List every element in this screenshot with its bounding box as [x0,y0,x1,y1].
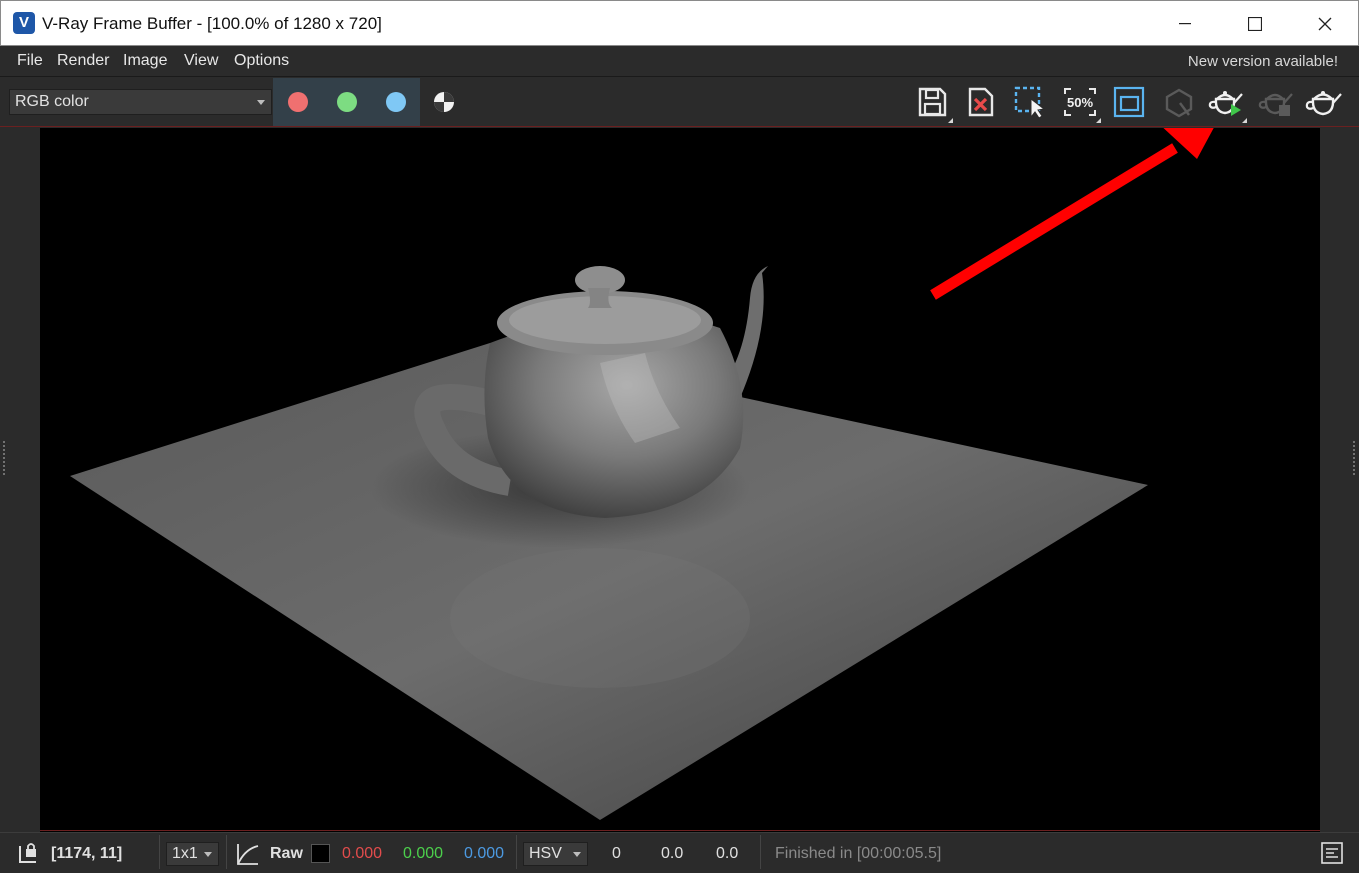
mono-channel-button[interactable] [421,78,466,126]
region-render-button[interactable] [1011,83,1049,121]
clear-image-button[interactable] [962,83,1000,121]
green-value: 0.000 [403,845,444,862]
color-mode-value: HSV [529,845,562,862]
stop-render-button[interactable] [1257,83,1295,121]
saturation-value: 0.0 [661,845,684,862]
left-panel-grip[interactable] [2,440,6,476]
new-version-notice[interactable]: New version available! [1188,53,1338,70]
green-dot-icon [336,92,357,112]
mono-icon [433,92,454,112]
blue-value: 0.000 [464,845,505,862]
render-icon [1305,91,1342,116]
green-channel-button[interactable] [322,78,371,126]
save-icon [918,87,947,117]
status-bar: [1174, 11] 1x1 Raw 0.000 0.000 0.000 HSV… [0,832,1359,873]
render-interactive-icon [1165,88,1193,118]
toolbar: RGB color 50% [0,78,1359,127]
sample-size-value: 1x1 [172,845,198,862]
stop-render-icon [1258,93,1293,116]
menu-bar: File Render Image View Options New versi… [0,46,1359,77]
region-render-icon [1014,86,1046,119]
menu-image[interactable]: Image [123,52,167,70]
sample-size-dropdown[interactable]: 1x1 [166,842,219,866]
channel-dropdown[interactable]: RGB color [9,89,272,115]
close-button[interactable] [1290,1,1359,46]
menu-view[interactable]: View [184,52,218,70]
clear-image-icon [968,87,994,117]
window-title: V-Ray Frame Buffer - [100.0% of 1280 x 7… [42,14,382,33]
log-panel-icon[interactable] [1321,842,1343,864]
channel-dropdown-value: RGB color [15,93,89,110]
save-image-button[interactable] [913,83,953,123]
value-value: 0.0 [716,845,739,862]
fit-icon [1113,86,1145,118]
red-value: 0.000 [342,845,383,862]
raw-label[interactable]: Raw [270,845,303,863]
red-dot-icon [287,92,308,112]
render-last-icon [1208,91,1243,116]
chevron-down-icon [573,852,581,857]
right-panel-grip[interactable] [1352,440,1356,476]
zoom-50-label: 50% [1067,95,1093,110]
interactive-render-button[interactable] [1160,83,1198,121]
menu-render[interactable]: Render [57,52,109,70]
color-curve-icon[interactable] [235,841,261,867]
vray-logo-icon: V [13,12,35,34]
zoom-50-button[interactable]: 50% [1061,83,1101,123]
hue-value: 0 [612,845,621,862]
pixel-coordinates: [1174, 11] [51,845,123,862]
render-status-message: Finished in [00:00:05.5] [775,845,942,862]
minimize-button[interactable] [1150,1,1220,46]
menu-file[interactable]: File [17,52,43,70]
red-channel-button[interactable] [273,78,322,126]
chevron-down-icon [257,100,265,105]
render-button[interactable] [1305,83,1343,121]
rendered-image [40,128,1320,832]
maximize-button[interactable] [1220,1,1290,46]
fit-view-button[interactable] [1110,83,1148,121]
title-bar: V V-Ray Frame Buffer - [100.0% of 1280 x… [0,0,1359,46]
blue-channel-button[interactable] [371,78,420,126]
zoom-50-icon: 50% [1064,88,1096,116]
annotation-arrow-line [930,143,1178,300]
render-last-button[interactable] [1207,83,1247,123]
menu-options[interactable]: Options [234,52,289,70]
color-swatch [311,844,330,863]
blue-dot-icon [385,92,406,112]
chevron-down-icon [204,852,212,857]
color-mode-dropdown[interactable]: HSV [523,842,588,866]
lock-coords-icon[interactable] [16,842,40,866]
